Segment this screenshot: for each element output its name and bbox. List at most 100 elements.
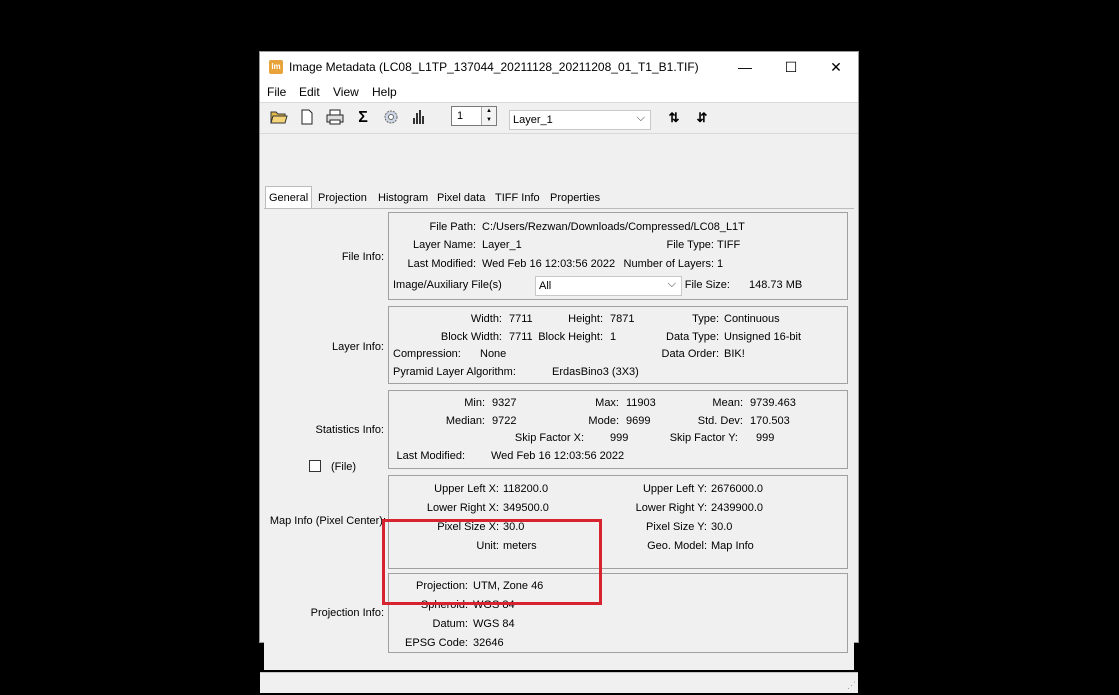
- statistics-info-label: Statistics Info:: [315, 424, 384, 436]
- data-type-key: Data Type:: [666, 331, 719, 343]
- max-value: 11903: [626, 397, 656, 409]
- width-key: Width:: [470, 313, 502, 325]
- stats-last-modified-key: Last Modified:: [396, 450, 465, 462]
- menu-view[interactable]: View: [333, 85, 359, 99]
- lower-right-x-value: 349500.0: [503, 502, 549, 514]
- mean-key: Mean:: [712, 397, 743, 409]
- datum-value: WGS 84: [473, 618, 515, 630]
- status-bar: ⋰: [260, 672, 858, 693]
- width-value: 7711: [509, 313, 533, 325]
- median-value: 9722: [492, 415, 517, 427]
- min-key: Min:: [464, 397, 485, 409]
- menu-help[interactable]: Help: [372, 85, 397, 99]
- median-key: Median:: [445, 415, 485, 427]
- num-layers-value: 1: [717, 258, 724, 270]
- geo-model-key: Geo. Model:: [647, 540, 707, 552]
- layer-name-key: Layer Name:: [413, 239, 476, 251]
- chevron-down-icon: ⌵: [667, 278, 676, 290]
- aux-file-value: All: [539, 280, 552, 292]
- layer-info-label: Layer Info:: [332, 341, 384, 353]
- pixel-size-y-key: Pixel Size Y:: [646, 521, 707, 533]
- tab-tiff-info[interactable]: TIFF Info: [492, 188, 543, 208]
- pyramid-value: ErdasBino3 (3X3): [552, 366, 639, 378]
- map-info-label: Map Info (Pixel Center):: [269, 515, 386, 527]
- upper-left-y-key: Upper Left Y:: [642, 483, 707, 495]
- min-value: 9327: [492, 397, 517, 409]
- layer-select-value: Layer_1: [513, 114, 553, 126]
- lower-right-x-key: Lower Right X:: [426, 502, 499, 514]
- file-size-value: 148.73 MB: [749, 279, 803, 291]
- compression-value: None: [480, 348, 507, 360]
- last-modified-value: Wed Feb 16 12:03:56 2022: [482, 258, 616, 270]
- pyramid-key: Pyramid Layer Algorithm:: [393, 366, 516, 378]
- tab-pixel-data[interactable]: Pixel data: [434, 188, 488, 208]
- mean-value: 9739.463: [750, 397, 796, 409]
- file-checkbox-label: (File): [331, 461, 357, 473]
- file-checkbox[interactable]: [309, 460, 321, 472]
- upper-left-x-value: 118200.0: [503, 483, 549, 495]
- menu-edit[interactable]: Edit: [299, 85, 320, 99]
- stats-last-modified-value: Wed Feb 16 12:03:56 2022: [491, 450, 625, 462]
- tab-projection[interactable]: Projection: [315, 188, 370, 208]
- aux-file-select[interactable]: All ⌵: [535, 276, 682, 296]
- resize-grip-icon[interactable]: ⋰: [847, 680, 856, 691]
- open-folder-icon[interactable]: [270, 109, 288, 127]
- std-dev-value: 170.503: [750, 415, 790, 427]
- height-key: Height:: [568, 313, 603, 325]
- tab-histogram[interactable]: Histogram: [375, 188, 431, 208]
- block-height-value: 1: [610, 331, 617, 343]
- tab-general[interactable]: General: [265, 186, 313, 209]
- file-path-key: File Path:: [429, 221, 476, 233]
- menu-bar: File Edit View Help: [260, 82, 858, 102]
- menu-file[interactable]: File: [267, 85, 286, 99]
- layer-name-value: Layer_1: [482, 239, 522, 251]
- gear-icon[interactable]: [382, 109, 400, 127]
- std-dev-key: Std. Dev:: [697, 415, 743, 427]
- new-document-icon[interactable]: [298, 109, 316, 127]
- sort-descending-icon[interactable]: ⇵: [693, 109, 711, 127]
- layer-select[interactable]: Layer_1 ⌵: [509, 110, 651, 130]
- close-button[interactable]: ✕: [813, 52, 859, 82]
- data-order-key: Data Order:: [661, 348, 719, 360]
- minimize-button[interactable]: —: [722, 52, 768, 82]
- window-title: Image Metadata (LC08_L1TP_137044_2021112…: [289, 60, 699, 74]
- geo-model-value: Map Info: [711, 540, 754, 552]
- app-icon: lm: [269, 60, 283, 74]
- title-bar[interactable]: lm Image Metadata (LC08_L1TP_137044_2021…: [260, 52, 858, 82]
- pixel-size-y-value: 30.0: [711, 521, 733, 533]
- file-info-group: File Path: C:/Users/Rezwan/Downloads/Com…: [388, 212, 848, 300]
- mode-key: Mode:: [588, 415, 619, 427]
- block-width-key: Block Width:: [440, 331, 502, 343]
- lower-right-y-value: 2439900.0: [711, 502, 763, 514]
- sigma-icon[interactable]: Σ: [354, 109, 372, 127]
- epsg-code-value: 32646: [473, 637, 504, 649]
- tab-properties[interactable]: Properties: [547, 188, 603, 208]
- skip-factor-x-value: 999: [610, 432, 629, 444]
- type-value: Continuous: [724, 313, 780, 325]
- skip-factor-y-key: Skip Factor Y:: [669, 432, 738, 444]
- last-modified-key: Last Modified:: [407, 258, 476, 270]
- data-order-value: BIK!: [724, 348, 745, 360]
- sort-ascending-icon[interactable]: ⇅: [665, 109, 683, 127]
- height-value: 7871: [610, 313, 635, 325]
- skip-factor-y-value: 999: [756, 432, 775, 444]
- max-key: Max:: [595, 397, 619, 409]
- histogram-icon[interactable]: [410, 109, 428, 127]
- datum-key: Datum:: [432, 618, 468, 630]
- block-height-key: Block Height:: [538, 331, 603, 343]
- projection-info-label: Projection Info:: [310, 607, 384, 619]
- stepper-arrows-icon[interactable]: ▲ ▼: [481, 107, 496, 125]
- layer-number-stepper[interactable]: 1 ▲ ▼: [451, 106, 497, 126]
- upper-left-y-value: 2676000.0: [711, 483, 763, 495]
- file-info-label: File Info:: [341, 251, 384, 263]
- maximize-button[interactable]: ☐: [768, 52, 814, 82]
- layer-info-group: Width: 7711 Height: 7871 Type: Continuou…: [388, 306, 848, 384]
- file-path-value: C:/Users/Rezwan/Downloads/Compressed/LC0…: [482, 221, 745, 233]
- aux-file-key: Image/Auxiliary File(s): [393, 279, 502, 291]
- skip-factor-x-key: Skip Factor X:: [514, 432, 584, 444]
- block-width-value: 7711: [509, 331, 533, 343]
- upper-left-x-key: Upper Left X:: [434, 483, 499, 495]
- chevron-down-icon: ⌵: [636, 112, 645, 124]
- print-icon[interactable]: [326, 109, 344, 127]
- file-size-key: File Size:: [684, 279, 730, 291]
